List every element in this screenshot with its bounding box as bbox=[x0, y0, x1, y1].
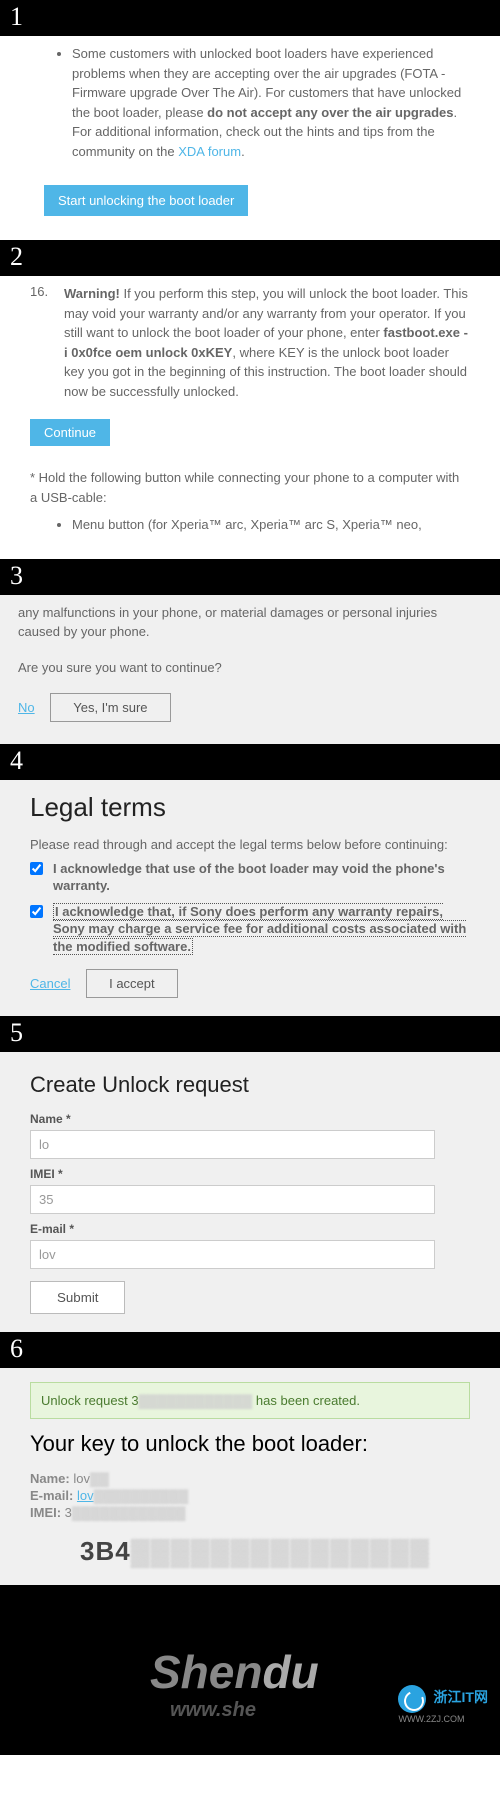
malfunction-text: any malfunctions in your phone, or mater… bbox=[18, 603, 482, 642]
text: Unlock request 3 bbox=[41, 1393, 139, 1408]
cancel-link[interactable]: Cancel bbox=[30, 976, 70, 991]
confirm-question: Are you sure you want to continue? bbox=[18, 660, 482, 675]
section-6: Unlock request 3▓▓▓▓▓▓▓▓▓▓▓▓ has been cr… bbox=[0, 1368, 500, 1585]
xda-forum-link[interactable]: XDA forum bbox=[178, 144, 241, 159]
list-number: 16. bbox=[30, 284, 64, 401]
name-input[interactable] bbox=[30, 1130, 435, 1159]
warranty-void-checkbox[interactable] bbox=[30, 862, 43, 875]
step-header-2: 2 bbox=[0, 240, 500, 276]
legal-intro: Please read through and accept the legal… bbox=[30, 837, 470, 852]
section-5: Create Unlock request Name * IMEI * E-ma… bbox=[0, 1052, 500, 1332]
badge-title: 浙江IT网 bbox=[434, 1689, 488, 1705]
accept-button[interactable]: I accept bbox=[86, 969, 178, 998]
unlock-key: 3B4▓▓▓▓▓▓▓▓▓▓▓▓▓▓▓ bbox=[80, 1536, 470, 1567]
brand-logo: Shendu bbox=[150, 1645, 319, 1699]
step-header-4: 4 bbox=[0, 744, 500, 780]
blurred-id: ▓▓▓▓▓▓▓▓▓▓▓▓ bbox=[139, 1393, 253, 1408]
text-bold: do not accept any over the air upgrades bbox=[207, 105, 453, 120]
success-message: Unlock request 3▓▓▓▓▓▓▓▓▓▓▓▓ has been cr… bbox=[30, 1382, 470, 1419]
start-unlock-button[interactable]: Start unlocking the boot loader bbox=[44, 185, 248, 216]
continue-button[interactable]: Continue bbox=[30, 419, 110, 446]
email-input[interactable] bbox=[30, 1240, 435, 1269]
legal-terms-title: Legal terms bbox=[30, 792, 470, 823]
service-fee-checkbox[interactable] bbox=[30, 905, 43, 918]
step-header-3: 3 bbox=[0, 559, 500, 595]
warning-text: Warning! If you perform this step, you w… bbox=[64, 284, 470, 401]
key-title: Your key to unlock the boot loader: bbox=[30, 1431, 470, 1457]
section-3: any malfunctions in your phone, or mater… bbox=[0, 595, 500, 744]
text: . bbox=[241, 144, 245, 159]
site-badge: 浙江IT网 WWW.2ZJ.COM bbox=[398, 1685, 488, 1725]
section-1: Some customers with unlocked boot loader… bbox=[0, 36, 500, 240]
footer: Shendu www.she 浙江IT网 WWW.2ZJ.COM bbox=[0, 1585, 500, 1755]
warranty-void-label: I acknowledge that use of the boot loade… bbox=[53, 860, 470, 895]
fota-warning-item: Some customers with unlocked boot loader… bbox=[72, 44, 470, 161]
yes-sure-button[interactable]: Yes, I'm sure bbox=[50, 693, 170, 722]
imei-label: IMEI * bbox=[30, 1167, 470, 1181]
section-4: Legal terms Please read through and acce… bbox=[0, 780, 500, 1017]
result-email: E-mail: lov▓▓▓▓▓▓▓▓▓▓ bbox=[30, 1488, 470, 1503]
section-2: 16. Warning! If you perform this step, y… bbox=[0, 276, 500, 559]
step-header-1: 1 bbox=[0, 0, 500, 36]
service-fee-label: I acknowledge that, if Sony does perform… bbox=[53, 903, 470, 956]
result-imei: IMEI: 3▓▓▓▓▓▓▓▓▓▓▓▓ bbox=[30, 1505, 470, 1520]
create-request-title: Create Unlock request bbox=[30, 1072, 470, 1098]
warning-label: Warning! bbox=[64, 286, 120, 301]
badge-url: WWW.2ZJ.COM bbox=[398, 1714, 464, 1724]
email-label: E-mail * bbox=[30, 1222, 470, 1236]
menu-button-item: Menu button (for Xperia™ arc, Xperia™ ar… bbox=[72, 515, 470, 535]
result-name: Name: lov▓▓ bbox=[30, 1471, 470, 1486]
globe-icon bbox=[398, 1685, 426, 1713]
step-header-5: 5 bbox=[0, 1016, 500, 1052]
step-header-6: 6 bbox=[0, 1332, 500, 1368]
watermark: www.she bbox=[170, 1699, 256, 1722]
no-link[interactable]: No bbox=[18, 700, 35, 715]
usb-note: * Hold the following button while connec… bbox=[30, 468, 470, 507]
name-label: Name * bbox=[30, 1112, 470, 1126]
text: has been created. bbox=[252, 1393, 360, 1408]
imei-input[interactable] bbox=[30, 1185, 435, 1214]
submit-button[interactable]: Submit bbox=[30, 1281, 125, 1314]
